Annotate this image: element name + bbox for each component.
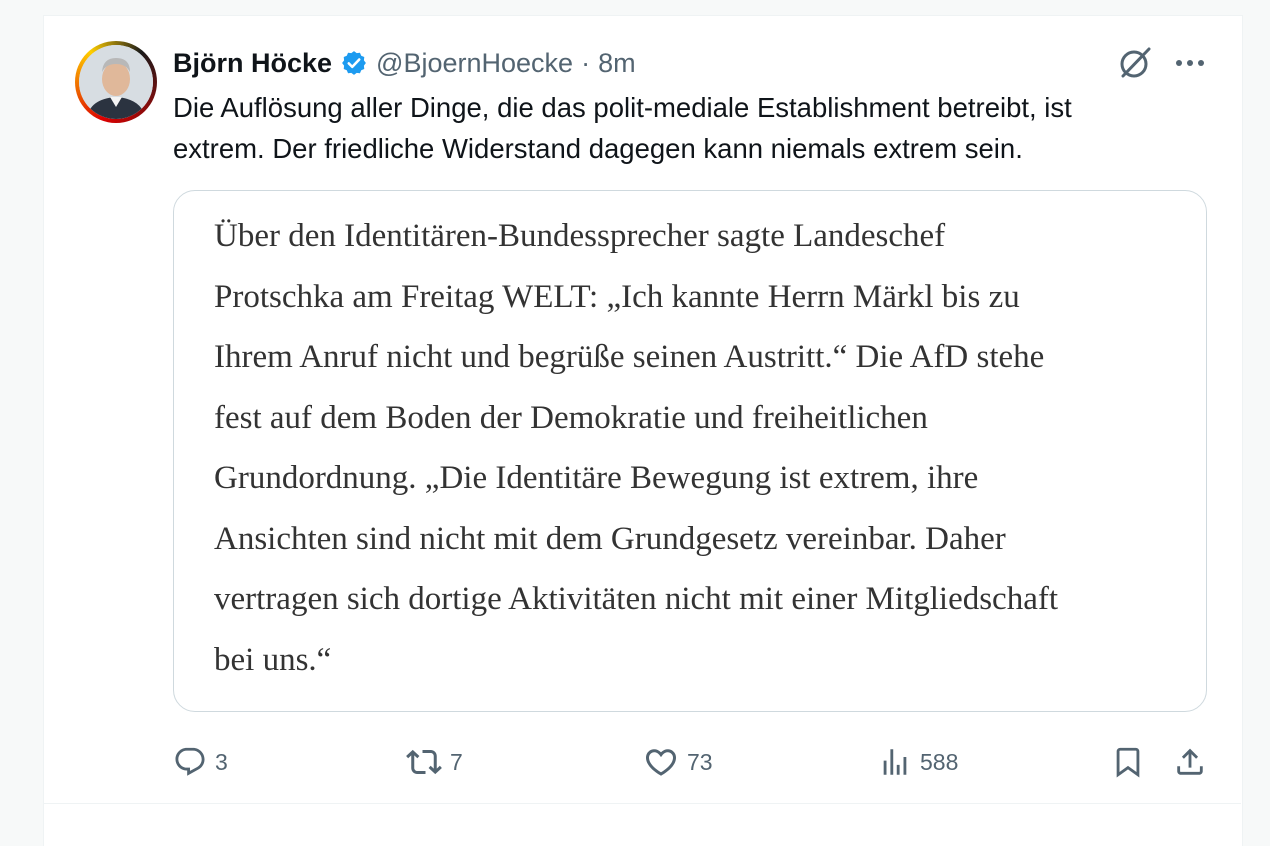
reply-button[interactable]: 3 [173,740,228,784]
tweet-header: Björn Höcke @BjoernHoecke · 8m [173,44,636,82]
bookmark-icon [1116,747,1140,778]
image-text: Über den Identitären-Bundessprecher sagt… [214,218,1059,678]
attached-image[interactable]: Über den Identitären-Bundessprecher sagt… [173,190,1207,712]
more-icon[interactable] [1170,44,1210,82]
reply-count: 3 [215,748,228,775]
author-name[interactable]: Björn Höcke [173,48,332,79]
repost-icon [406,749,442,775]
verified-badge-icon[interactable] [340,49,368,77]
grok-icon[interactable] [1116,44,1154,82]
share-button[interactable] [1173,740,1207,784]
separator-dot: · [581,47,591,78]
tweet-text: Die Auflösung aller Dinge, die das polit… [173,92,1072,164]
repost-button[interactable]: 7 [406,740,463,784]
like-count: 73 [687,748,713,775]
avatar[interactable] [75,41,157,123]
timestamp[interactable]: 8m [598,48,636,79]
bookmark-button[interactable] [1111,740,1145,784]
views-icon [883,749,907,775]
reply-icon [175,747,205,776]
action-bar: 3 7 73 588 [0,740,1270,784]
like-icon [645,749,677,776]
avatar-photo [79,45,153,119]
divider [43,803,1241,804]
share-icon [1177,748,1203,775]
views-count: 588 [920,748,959,775]
like-button[interactable]: 73 [643,740,713,784]
author-handle[interactable]: @BjoernHoecke [376,48,573,79]
views-button[interactable]: 588 [878,740,958,784]
repost-count: 7 [450,748,463,775]
